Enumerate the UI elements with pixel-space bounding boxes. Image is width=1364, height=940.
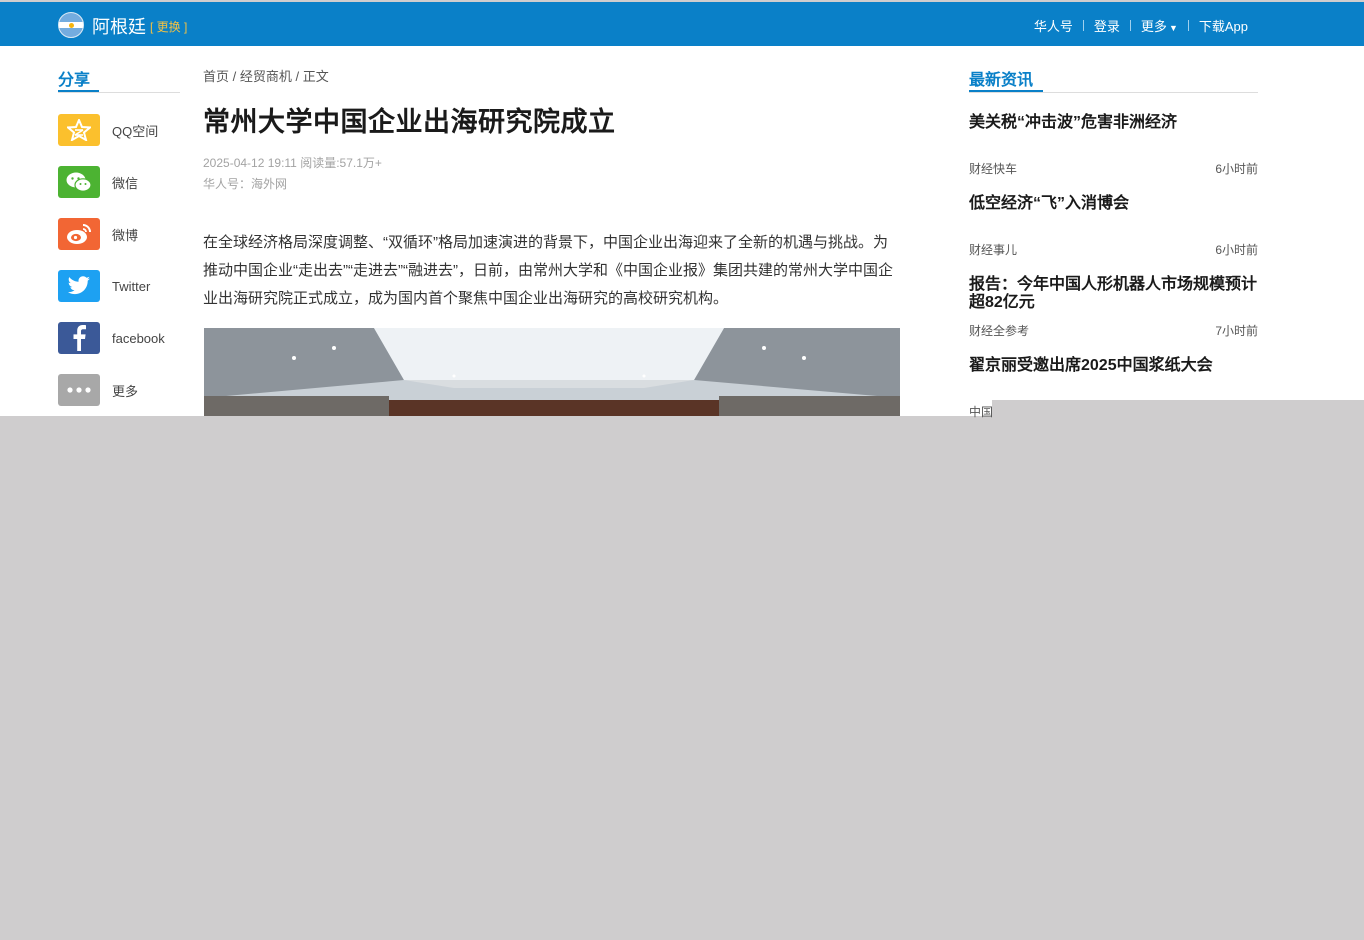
twitter-icon bbox=[58, 270, 100, 302]
news-source[interactable]: 财经全参考 bbox=[969, 322, 1029, 339]
news-source[interactable]: 财经事儿 bbox=[969, 241, 1017, 258]
heading-underline bbox=[969, 90, 1043, 92]
divider bbox=[969, 92, 1258, 93]
news-source[interactable]: 中国 bbox=[969, 403, 993, 420]
argentina-flag-icon[interactable] bbox=[58, 12, 84, 38]
more-icon bbox=[58, 374, 100, 406]
news-source[interactable]: 财经快车 bbox=[969, 160, 1017, 177]
switch-country-link[interactable]: [ 更换 ] bbox=[150, 18, 187, 35]
share-qzone-label: QQ空间 bbox=[112, 123, 159, 139]
share-twitter-button[interactable]: Twitter bbox=[58, 270, 188, 302]
breadcrumb: 首页 / 经贸商机 / 正文 bbox=[203, 66, 329, 85]
wechat-icon bbox=[58, 166, 100, 198]
nav-more-label: 更多 bbox=[1140, 19, 1167, 34]
share-wechat-button[interactable]: 微信 bbox=[58, 166, 188, 198]
chevron-down-icon: ▼ bbox=[1168, 23, 1178, 33]
article-paragraph: 在全球经济格局深度调整、“双循环”格局加速演进的背景下，中国企业出海迎来了全新的… bbox=[203, 234, 893, 307]
loading-overlay bbox=[992, 400, 1364, 416]
current-country[interactable]: 阿根廷 bbox=[92, 13, 146, 39]
facebook-icon bbox=[58, 322, 100, 354]
nav-more[interactable]: 更多 ▼ bbox=[1141, 16, 1178, 35]
news-item[interactable]: 报告：今年中国人形机器人市场规模预计超82亿元 bbox=[969, 276, 1258, 312]
article-source[interactable]: 华人号：海外网 bbox=[203, 175, 287, 192]
heading-underline bbox=[58, 90, 99, 92]
top-navbar: 阿根廷 [ 更换 ] 华人号 登录 更多 ▼ 下载App bbox=[0, 2, 1364, 46]
nav-divider bbox=[1082, 20, 1084, 31]
divider bbox=[58, 92, 180, 93]
nav-huarenhao[interactable]: 华人号 bbox=[1034, 16, 1073, 35]
news-item[interactable]: 低空经济“飞”入消博会 bbox=[969, 195, 1258, 213]
news-headline[interactable]: 报告：今年中国人形机器人市场规模预计超82亿元 bbox=[969, 276, 1258, 312]
share-more-button[interactable]: 更多 bbox=[58, 374, 188, 406]
nav-download-app[interactable]: 下载App bbox=[1199, 16, 1248, 35]
article-title: 常州大学中国企业出海研究院成立 bbox=[203, 107, 616, 137]
news-item[interactable]: 美关税“冲击波”危害非洲经济 bbox=[969, 114, 1258, 132]
article-meta: 2025-04-12 19:11 阅读量:57.1万+ bbox=[203, 156, 382, 170]
qzone-icon bbox=[58, 114, 100, 146]
news-headline[interactable]: 美关税“冲击波”危害非洲经济 bbox=[969, 114, 1258, 132]
nav-divider bbox=[1129, 20, 1131, 31]
news-headline[interactable]: 低空经济“飞”入消博会 bbox=[969, 195, 1258, 213]
news-time: 7小时前 bbox=[1215, 324, 1258, 338]
news-time: 6小时前 bbox=[1215, 162, 1258, 176]
weibo-icon bbox=[58, 218, 100, 250]
share-facebook-button[interactable]: facebook bbox=[58, 322, 188, 354]
news-time: 6小时前 bbox=[1215, 243, 1258, 257]
share-more-label: 更多 bbox=[112, 383, 139, 399]
news-item[interactable]: 翟京丽受邀出席2025中国浆纸大会 bbox=[969, 357, 1258, 375]
article-photo[interactable] bbox=[204, 328, 900, 416]
nav-login[interactable]: 登录 bbox=[1094, 16, 1120, 35]
breadcrumb-category[interactable]: 经贸商机 / bbox=[240, 69, 299, 84]
breadcrumb-home[interactable]: 首页 / bbox=[203, 69, 236, 84]
news-headline[interactable]: 翟京丽受邀出席2025中国浆纸大会 bbox=[969, 357, 1258, 375]
top-nav: 华人号 登录 更多 ▼ 下载App bbox=[1034, 16, 1248, 35]
page-content: 分享 QQ空间 微信 微博 Twitter facebook 更多 首页 / 经… bbox=[0, 46, 1364, 419]
news-heading: 最新资讯 bbox=[969, 72, 1034, 89]
share-wechat-label: 微信 bbox=[112, 175, 139, 191]
share-twitter-label: Twitter bbox=[112, 278, 151, 294]
share-weibo-label: 微博 bbox=[112, 227, 139, 243]
nav-divider bbox=[1187, 20, 1189, 31]
breadcrumb-current: 正文 bbox=[302, 69, 329, 84]
share-qzone-button[interactable]: QQ空间 bbox=[58, 114, 188, 146]
share-weibo-button[interactable]: 微博 bbox=[58, 218, 188, 250]
share-facebook-label: facebook bbox=[112, 330, 165, 346]
share-heading: 分享 bbox=[58, 72, 91, 89]
